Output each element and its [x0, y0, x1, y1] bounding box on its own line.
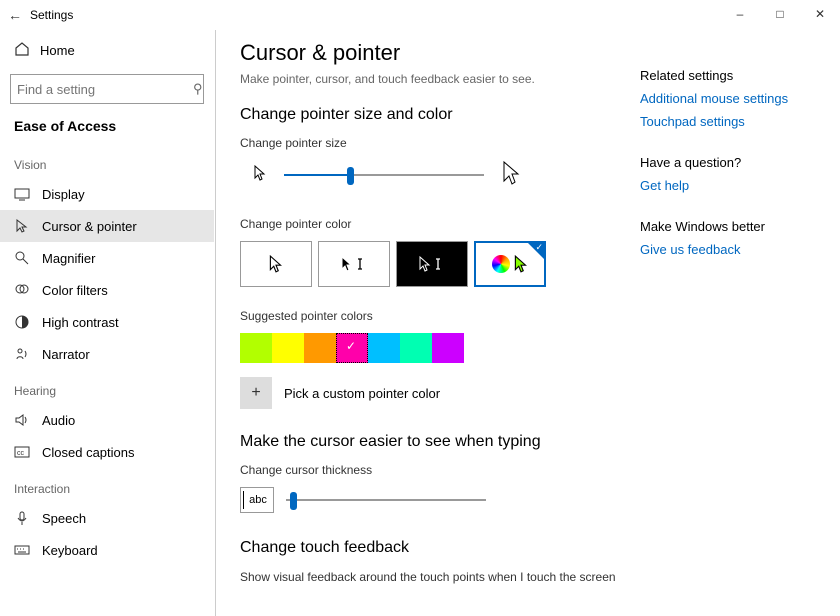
link-additional-mouse-settings[interactable]: Additional mouse settings: [640, 91, 830, 106]
svg-text:cc: cc: [17, 450, 25, 457]
section-size-color: Change pointer size and color: [240, 106, 640, 124]
keyboard-icon: [14, 542, 30, 558]
related-settings-heading: Related settings: [640, 68, 830, 83]
sidebar-item-label: Speech: [42, 511, 86, 526]
sidebar-item-narrator[interactable]: Narrator: [0, 338, 214, 370]
sidebar-item-label: Color filters: [42, 283, 108, 298]
touch-description: Show visual feedback around the touch po…: [240, 569, 640, 586]
home-label: Home: [40, 43, 75, 58]
large-cursor-icon: [502, 160, 520, 189]
sidebar-item-keyboard[interactable]: Keyboard: [0, 534, 214, 566]
label-pointer-size: Change pointer size: [240, 136, 640, 150]
sidebar-item-audio[interactable]: Audio: [0, 404, 214, 436]
window-controls: – □ ✕: [720, 0, 840, 28]
sidebar-item-display[interactable]: Display: [0, 178, 214, 210]
closed-captions-icon: cc: [14, 444, 30, 460]
sidebar-item-label: Audio: [42, 413, 75, 428]
color-swatch[interactable]: [400, 333, 432, 363]
color-swatch[interactable]: [368, 333, 400, 363]
color-swatch[interactable]: [432, 333, 464, 363]
high-contrast-icon: [14, 314, 30, 330]
sidebar-item-closed-captions[interactable]: cc Closed captions: [0, 436, 214, 468]
sidebar-item-high-contrast[interactable]: High contrast: [0, 306, 214, 338]
color-swatch[interactable]: [304, 333, 336, 363]
sidebar-group-vision: Vision: [0, 144, 214, 178]
search-input[interactable]: [17, 82, 193, 97]
display-icon: [14, 186, 30, 202]
label-cursor-thickness: Change cursor thickness: [240, 463, 640, 477]
sidebar-item-label: Magnifier: [42, 251, 95, 266]
close-button[interactable]: ✕: [800, 0, 840, 28]
sidebar-group-hearing: Hearing: [0, 370, 214, 404]
sidebar-item-label: Display: [42, 187, 85, 202]
question-heading: Have a question?: [640, 155, 830, 170]
checkmark-icon: ✓: [535, 242, 543, 253]
search-icon: ⚲: [193, 81, 203, 97]
checkmark-icon: ✓: [346, 339, 356, 353]
pointer-size-slider[interactable]: [284, 165, 484, 185]
window-title: Settings: [30, 8, 73, 22]
suggested-colors-row: ✓: [240, 333, 640, 363]
pointer-color-custom[interactable]: ✓: [474, 241, 546, 287]
right-column: Related settings Additional mouse settin…: [640, 40, 830, 616]
sidebar-category: Ease of Access: [0, 114, 214, 144]
thickness-preview: abc: [240, 487, 274, 513]
sidebar-item-label: Closed captions: [42, 445, 135, 460]
section-touch: Change touch feedback: [240, 539, 640, 557]
page-subtitle: Make pointer, cursor, and touch feedback…: [240, 72, 640, 86]
pointer-color-white[interactable]: [240, 241, 312, 287]
search-box[interactable]: ⚲: [10, 74, 204, 104]
sidebar-item-speech[interactable]: Speech: [0, 502, 214, 534]
sidebar-item-color-filters[interactable]: Color filters: [0, 274, 214, 306]
link-touchpad-settings[interactable]: Touchpad settings: [640, 114, 830, 129]
cursor-icon: [14, 218, 30, 234]
feedback-heading: Make Windows better: [640, 219, 830, 234]
sidebar: Home ⚲ Ease of Access Vision Display Cur…: [0, 30, 215, 616]
minimize-button[interactable]: –: [720, 0, 760, 28]
section-cursor: Make the cursor easier to see when typin…: [240, 433, 640, 451]
page-title: Cursor & pointer: [240, 40, 640, 66]
link-give-feedback[interactable]: Give us feedback: [640, 242, 830, 257]
pointer-color-inverted[interactable]: [396, 241, 468, 287]
narrator-icon: [14, 346, 30, 362]
color-filters-icon: [14, 282, 30, 298]
main-content: Cursor & pointer Make pointer, cursor, a…: [240, 40, 640, 616]
sidebar-item-label: Cursor & pointer: [42, 219, 137, 234]
audio-icon: [14, 412, 30, 428]
back-button[interactable]: ←: [0, 7, 30, 23]
pick-custom-color-label: Pick a custom pointer color: [284, 386, 440, 401]
pick-custom-color-button[interactable]: +: [240, 377, 272, 409]
cursor-thickness-slider[interactable]: [286, 490, 486, 510]
label-pointer-color: Change pointer color: [240, 217, 640, 231]
link-get-help[interactable]: Get help: [640, 178, 830, 193]
home-button[interactable]: Home: [0, 32, 214, 68]
sidebar-group-interaction: Interaction: [0, 468, 214, 502]
home-icon: [14, 41, 30, 60]
maximize-button[interactable]: □: [760, 0, 800, 28]
label-suggested-colors: Suggested pointer colors: [240, 309, 640, 323]
pointer-color-black[interactable]: [318, 241, 390, 287]
sidebar-item-magnifier[interactable]: Magnifier: [0, 242, 214, 274]
magnifier-icon: [14, 250, 30, 266]
sidebar-item-label: Narrator: [42, 347, 90, 362]
color-swatch[interactable]: ✓: [336, 333, 368, 363]
titlebar: ← Settings – □ ✕: [0, 0, 840, 30]
color-swatch[interactable]: [272, 333, 304, 363]
color-swatch[interactable]: [240, 333, 272, 363]
sidebar-item-label: Keyboard: [42, 543, 98, 558]
sidebar-item-cursor-pointer[interactable]: Cursor & pointer: [0, 210, 214, 242]
rainbow-icon: [492, 255, 510, 273]
speech-icon: [14, 510, 30, 526]
sidebar-item-label: High contrast: [42, 315, 119, 330]
small-cursor-icon: [254, 165, 266, 184]
